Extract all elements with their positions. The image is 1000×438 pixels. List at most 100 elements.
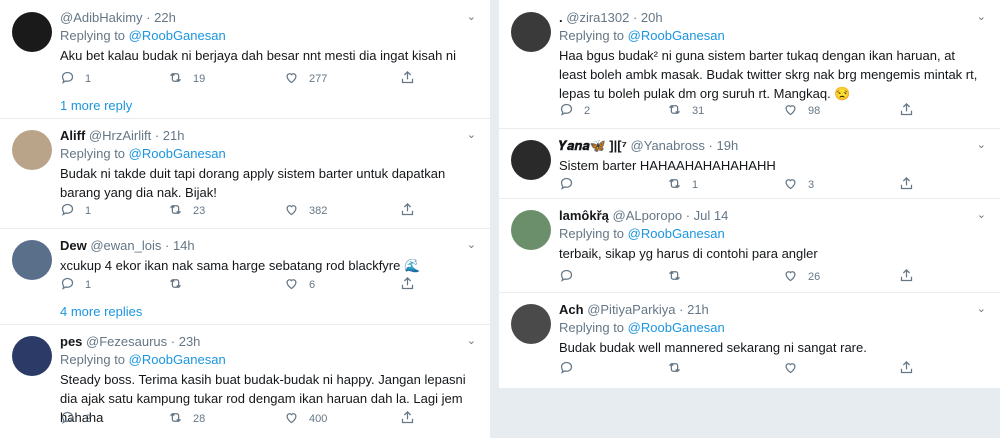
show-more-replies-link[interactable]: 1 more reply	[60, 98, 132, 113]
tweet[interactable]: Ach @PitiyaParkiya · 21h ⌄ Replying to @Ro…	[499, 292, 1000, 388]
reply-button[interactable]: 1	[60, 276, 91, 294]
user-handle[interactable]: @zira1302	[566, 10, 629, 25]
avatar[interactable]	[511, 140, 551, 180]
avatar[interactable]	[511, 304, 551, 344]
retweet-button[interactable]	[667, 268, 692, 286]
reply-button[interactable]: 1	[60, 70, 91, 88]
like-button[interactable]: 3	[783, 176, 814, 194]
tweet[interactable]: . @zira1302 · 20h ⌄ Replying to @RoobGanes…	[499, 0, 1000, 129]
retweet-button[interactable]	[667, 360, 692, 378]
avatar[interactable]	[511, 12, 551, 52]
timestamp[interactable]: 20h	[641, 10, 663, 25]
replying-to-link[interactable]: @RoobGanesan	[129, 146, 226, 161]
chevron-down-icon[interactable]: ⌄	[977, 208, 986, 221]
tweet[interactable]: Aliff @HrzAirlift · 21h ⌄ Replying to @Roo…	[0, 118, 490, 229]
retweet-button[interactable]: 31	[667, 102, 704, 120]
avatar[interactable]	[12, 336, 52, 376]
share-button[interactable]	[400, 202, 415, 220]
reply-icon	[559, 102, 574, 120]
tweet[interactable]: Dew @ewan_lois · 14h ⌄ xcukup 4 ekor ikan …	[0, 228, 490, 325]
replying-to-link[interactable]: @RoobGanesan	[628, 28, 725, 43]
user-handle[interactable]: @ALporopo	[613, 208, 683, 223]
reply-button[interactable]	[559, 176, 584, 194]
chevron-down-icon[interactable]: ⌄	[977, 302, 986, 315]
show-more-replies-link[interactable]: 4 more replies	[60, 304, 142, 319]
chevron-down-icon[interactable]: ⌄	[467, 10, 476, 23]
share-button[interactable]	[400, 70, 415, 88]
chevron-down-icon[interactable]: ⌄	[467, 334, 476, 347]
tweet-actions: 1 23 382	[60, 202, 430, 220]
timestamp[interactable]: 23h	[179, 334, 201, 349]
avatar[interactable]	[12, 12, 52, 52]
heart-icon	[284, 202, 299, 220]
heart-icon	[284, 276, 299, 294]
retweet-button[interactable]: 28	[168, 410, 205, 428]
tweet[interactable]: @AdibHakimy · 22h ⌄ Replying to @RoobGanes…	[0, 0, 490, 119]
retweet-icon	[168, 276, 183, 294]
timestamp[interactable]: 14h	[173, 238, 195, 253]
tweet-header: @AdibHakimy · 22h	[60, 10, 176, 25]
display-name[interactable]: .	[559, 10, 563, 25]
tweet[interactable]: 𝒀𝒂𝒏𝒂🦋 ]|[⁷ @Yanabross · 19h ⌄ Sistem barte…	[499, 128, 1000, 199]
replying-to-link[interactable]: @RoobGanesan	[129, 28, 226, 43]
timestamp[interactable]: 19h	[717, 138, 739, 153]
user-handle[interactable]: @HrzAirlift	[89, 128, 151, 143]
share-button[interactable]	[899, 360, 914, 378]
like-button[interactable]: 98	[783, 102, 820, 120]
share-button[interactable]	[899, 268, 914, 286]
avatar[interactable]	[511, 210, 551, 250]
user-handle[interactable]: @PitiyaParkiya	[587, 302, 675, 317]
like-button[interactable]: 400	[284, 410, 327, 428]
reply-button[interactable]: 2	[60, 410, 91, 428]
share-button[interactable]	[899, 176, 914, 194]
retweet-button[interactable]	[168, 276, 193, 294]
display-name[interactable]: 𝒀𝒂𝒏𝒂🦋 ]|[⁷	[559, 138, 627, 153]
tweet[interactable]: lamôkřą @ALporopo · Jul 14 ⌄ Replying to @…	[499, 198, 1000, 293]
timestamp[interactable]: 21h	[163, 128, 185, 143]
user-handle[interactable]: @ewan_lois	[90, 238, 161, 253]
timestamp[interactable]: 22h	[154, 10, 176, 25]
retweet-button[interactable]: 23	[168, 202, 205, 220]
retweet-button[interactable]: 19	[168, 70, 205, 88]
display-name[interactable]: lamôkřą	[559, 208, 609, 223]
avatar[interactable]	[12, 130, 52, 170]
reply-button[interactable]: 2	[559, 102, 590, 120]
replying-to-link[interactable]: @RoobGanesan	[129, 352, 226, 367]
reply-icon	[559, 176, 574, 194]
reply-button[interactable]: 1	[60, 202, 91, 220]
tweet[interactable]: pes @Fezesaurus · 23h ⌄ Replying to @RoobG…	[0, 324, 490, 438]
chevron-down-icon[interactable]: ⌄	[467, 128, 476, 141]
timestamp[interactable]: 21h	[687, 302, 709, 317]
timestamp[interactable]: Jul 14	[694, 208, 729, 223]
retweet-icon	[168, 202, 183, 220]
like-button[interactable]: 6	[284, 276, 315, 294]
chevron-down-icon[interactable]: ⌄	[977, 138, 986, 151]
share-icon	[899, 360, 914, 378]
share-button[interactable]	[400, 276, 415, 294]
share-button[interactable]	[400, 410, 415, 428]
retweet-button[interactable]: 1	[667, 176, 698, 194]
user-handle[interactable]: @Yanabross	[631, 138, 705, 153]
chevron-down-icon[interactable]: ⌄	[467, 238, 476, 251]
display-name[interactable]: pes	[60, 334, 82, 349]
user-handle[interactable]: @Fezesaurus	[86, 334, 167, 349]
display-name[interactable]: Ach	[559, 302, 584, 317]
display-name[interactable]: Dew	[60, 238, 87, 253]
tweet-text: Sistem barter HAHAAHAHAHAHAHH	[559, 158, 776, 173]
reply-button[interactable]	[559, 268, 584, 286]
chevron-down-icon[interactable]: ⌄	[977, 10, 986, 23]
share-button[interactable]	[899, 102, 914, 120]
like-button[interactable]: 277	[284, 70, 327, 88]
like-button[interactable]: 382	[284, 202, 327, 220]
reply-button[interactable]	[559, 360, 584, 378]
replying-to-link[interactable]: @RoobGanesan	[628, 226, 725, 241]
like-button[interactable]: 26	[783, 268, 820, 286]
like-button[interactable]	[783, 360, 808, 378]
user-handle[interactable]: @AdibHakimy	[60, 10, 143, 25]
avatar[interactable]	[12, 240, 52, 280]
display-name[interactable]: Aliff	[60, 128, 85, 143]
retweet-count: 23	[193, 205, 206, 217]
replying-to: Replying to @RoobGanesan	[60, 28, 226, 43]
tweet-text: terbaik, sikap yg harus di contohi para …	[559, 246, 818, 261]
replying-to-link[interactable]: @RoobGanesan	[628, 320, 725, 335]
